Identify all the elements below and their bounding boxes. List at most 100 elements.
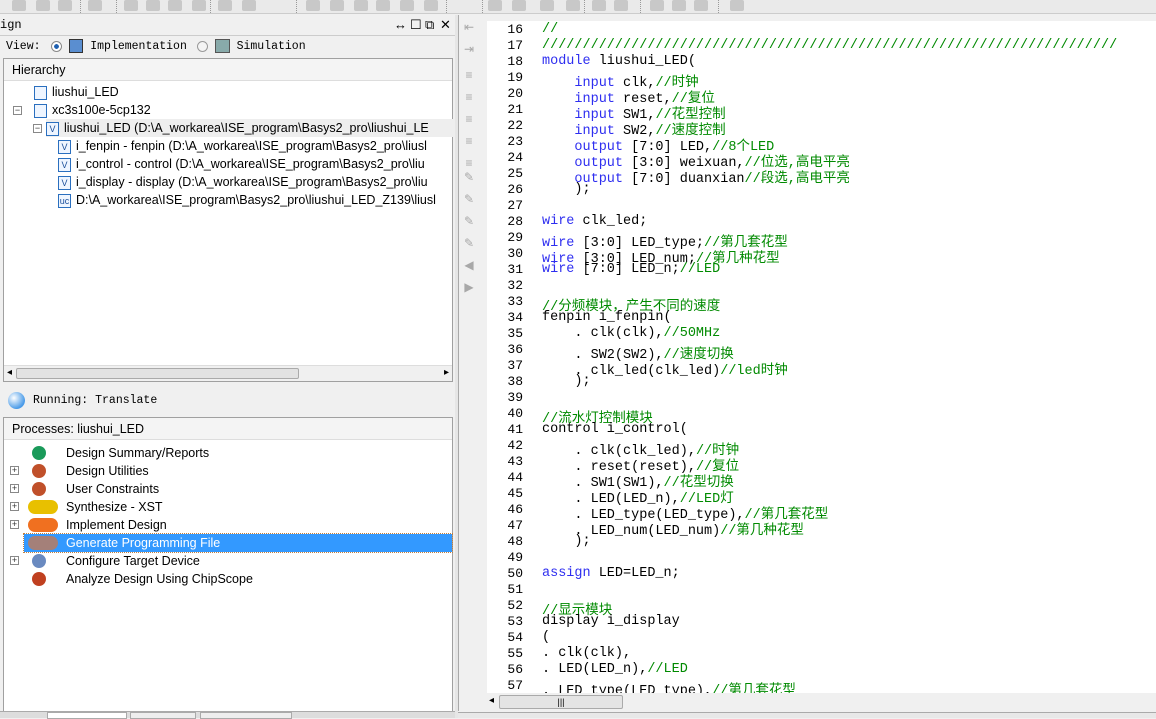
code-line: wire [7:0] LED_n;//LED — [542, 262, 720, 277]
hierarchy-item[interactable]: Vi_control - control (D:\A_workarea\ISE_… — [58, 155, 425, 173]
process-item[interactable]: User Constraints — [24, 480, 452, 498]
expand-icon[interactable]: + — [10, 502, 19, 511]
line-number: 54 — [507, 630, 523, 645]
left-bottom-tabs — [0, 711, 455, 719]
close-icon[interactable]: ✕ — [440, 17, 451, 33]
editor-tool-icon[interactable]: ≡ — [459, 134, 479, 150]
scroll-left-icon[interactable]: ◂ — [489, 695, 494, 706]
line-number: 33 — [507, 294, 523, 309]
scroll-thumb[interactable] — [16, 368, 299, 379]
toolbar-button[interactable] — [306, 0, 320, 11]
hierarchy-item[interactable]: xc3s100e-5cp132 — [34, 101, 151, 119]
toolbar-button[interactable] — [218, 0, 232, 11]
hierarchy-hscrollbar[interactable]: ◂ ▸ — [4, 365, 452, 381]
hierarchy-item[interactable]: Vi_fenpin - fenpin (D:\A_workarea\ISE_pr… — [58, 137, 427, 155]
code-line: ); — [542, 534, 590, 549]
toolbar-button[interactable] — [592, 0, 606, 11]
editor-tool-icon[interactable]: ▶ — [459, 280, 479, 296]
expand-icon[interactable]: + — [10, 556, 19, 565]
toolbar-button[interactable] — [400, 0, 414, 11]
toolbar-button[interactable] — [376, 0, 390, 11]
project-icon — [34, 85, 47, 100]
hierarchy-item-label: xc3s100e-5cp132 — [52, 103, 151, 117]
collapse-icon[interactable]: − — [33, 124, 42, 133]
toolbar-button[interactable] — [424, 0, 438, 11]
design-panel-titlebar: ign ↔ ☐ ⧉ ✕ — [0, 15, 455, 36]
simulation-label[interactable]: Simulation — [237, 40, 306, 53]
editor-tool-icon[interactable]: ✎ — [459, 192, 479, 208]
implementation-label[interactable]: Implementation — [90, 40, 187, 53]
line-number: 50 — [507, 566, 523, 581]
process-item[interactable]: Design Summary/Reports — [24, 444, 452, 462]
expand-icon[interactable]: + — [10, 520, 19, 529]
toolbar-button[interactable] — [242, 0, 256, 11]
line-number: 53 — [507, 614, 523, 629]
restore-icon[interactable]: ⧉ — [425, 17, 434, 33]
hierarchy-item[interactable]: Vliushui_LED (D:\A_workarea\ISE_program\… — [46, 119, 466, 137]
toolbar-button[interactable] — [672, 0, 686, 11]
code-line: wire clk_led; — [542, 214, 647, 229]
expand-icon[interactable]: + — [10, 466, 19, 475]
expand-icon[interactable]: + — [10, 484, 19, 493]
toolbar-button[interactable] — [354, 0, 368, 11]
device-icon — [32, 554, 46, 568]
simulation-radio[interactable] — [196, 40, 208, 52]
editor-tool-icon[interactable]: ≡ — [459, 90, 479, 106]
hierarchy-item[interactable]: liushui_LED — [34, 83, 119, 101]
toolbar-button[interactable] — [330, 0, 344, 11]
process-item[interactable]: Generate Programming File — [23, 533, 453, 553]
toolbar-separator — [210, 0, 211, 13]
editor-hscrollbar[interactable]: ◂ ||| — [487, 693, 1156, 711]
toolbar-button[interactable] — [12, 0, 26, 11]
toolbar-button[interactable] — [168, 0, 182, 11]
keyword: wire — [542, 214, 575, 229]
toolbar-button[interactable] — [650, 0, 664, 11]
code-line: . LED(LED_n),//LED — [542, 662, 688, 677]
dock-icon[interactable]: ↔ — [394, 17, 407, 32]
editor-tool-icon[interactable]: ◀ — [459, 258, 479, 274]
toolbar-button[interactable] — [540, 0, 554, 11]
code-editor[interactable]: 16 // 17 //////////////////////////////////… — [487, 21, 1156, 693]
editor-tool-icon[interactable]: ⇥ — [459, 42, 479, 58]
toolbar-button[interactable] — [730, 0, 744, 11]
toolbar-button[interactable] — [566, 0, 580, 11]
scroll-thumb[interactable]: ||| — [499, 695, 623, 709]
toolbar-button[interactable] — [488, 0, 502, 11]
toolbar-button[interactable] — [192, 0, 206, 11]
toolbar-button[interactable] — [124, 0, 138, 11]
toolbar-button[interactable] — [614, 0, 628, 11]
process-item[interactable]: Configure Target Device — [24, 552, 452, 570]
editor-tool-icon[interactable]: ✎ — [459, 236, 479, 252]
process-item[interactable]: Implement Design — [24, 516, 452, 534]
editor-tool-icon[interactable]: ≡ — [459, 112, 479, 128]
process-item[interactable]: Analyze Design Using ChipScope — [24, 570, 452, 588]
editor-tool-icon[interactable]: ⇤ — [459, 20, 479, 36]
toolbar-separator — [446, 0, 447, 13]
hierarchy-item[interactable]: Vi_display - display (D:\A_workarea\ISE_… — [58, 173, 428, 191]
scroll-left-icon[interactable]: ◂ — [7, 367, 12, 378]
code-line: . LED_type(LED_type),//第几套花型 — [542, 678, 796, 693]
editor-tool-icon[interactable]: ✎ — [459, 170, 479, 186]
editor-tool-icon[interactable]: ≡ — [459, 68, 479, 84]
hierarchy-item-label: i_display - display (D:\A_workarea\ISE_p… — [76, 175, 428, 189]
line-number: 24 — [507, 150, 523, 165]
main-toolbar — [0, 0, 1156, 14]
tools-icon — [32, 464, 46, 478]
toolbar-button[interactable] — [694, 0, 708, 11]
hierarchy-item[interactable]: uc D:\A_workarea\ISE_program\Basys2_pro\l… — [58, 191, 436, 209]
toolbar-button[interactable] — [58, 0, 72, 11]
toolbar-button[interactable] — [512, 0, 526, 11]
toolbar-button[interactable] — [146, 0, 160, 11]
scroll-right-icon[interactable]: ▸ — [444, 367, 449, 378]
toolbar-button[interactable] — [36, 0, 50, 11]
process-item[interactable]: Synthesize - XST — [24, 498, 452, 516]
process-item[interactable]: Design Utilities — [24, 462, 452, 480]
editor-tool-icon[interactable]: ✎ — [459, 214, 479, 230]
maximize-icon[interactable]: ☐ — [410, 17, 422, 33]
code-line: assign LED=LED_n; — [542, 566, 680, 581]
collapse-icon[interactable]: − — [13, 106, 22, 115]
implementation-radio[interactable] — [51, 40, 63, 52]
toolbar-button[interactable] — [88, 0, 102, 11]
process-label: Analyze Design Using ChipScope — [66, 572, 253, 586]
comment: //led时钟 — [720, 364, 788, 379]
